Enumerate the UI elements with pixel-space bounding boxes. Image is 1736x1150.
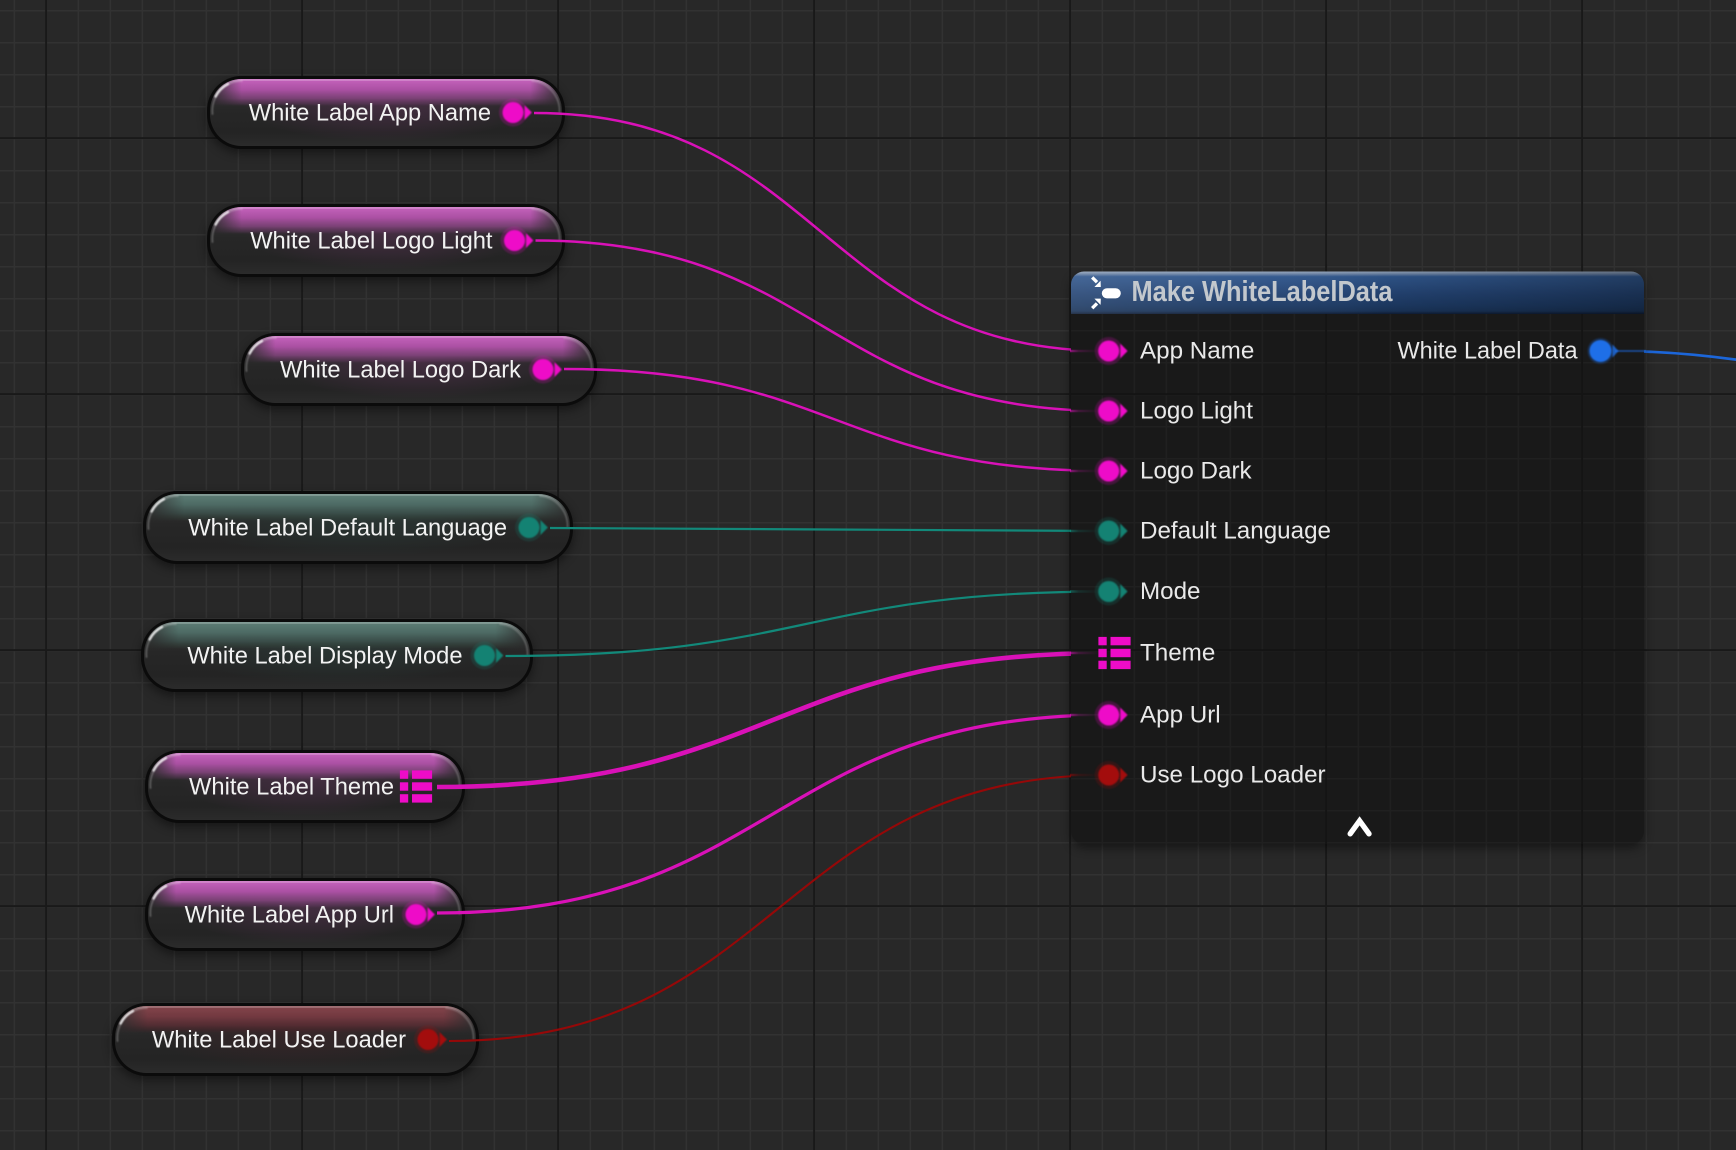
svg-text:Make WhiteLabelData: Make WhiteLabelData <box>1132 276 1394 308</box>
svg-text:Logo Light: Logo Light <box>1140 397 1253 424</box>
svg-text:White Label Default Language: White Label Default Language <box>188 516 507 542</box>
svg-text:White Label Theme: White Label Theme <box>189 775 394 801</box>
svg-text:White Label Logo Dark: White Label Logo Dark <box>280 358 521 384</box>
svg-text:Use Logo Loader: Use Logo Loader <box>1140 761 1326 788</box>
svg-text:App Url: App Url <box>1140 701 1221 728</box>
svg-text:White Label Display Mode: White Label Display Mode <box>187 644 462 670</box>
svg-text:Mode: Mode <box>1140 578 1201 605</box>
svg-text:Theme: Theme <box>1140 639 1215 666</box>
svg-text:White Label App Url: White Label App Url <box>185 903 394 929</box>
svg-text:White Label Use Loader: White Label Use Loader <box>152 1028 406 1054</box>
svg-text:App Name: App Name <box>1140 337 1254 364</box>
svg-text:White Label App Name: White Label App Name <box>249 101 491 127</box>
svg-text:White Label Logo Light: White Label Logo Light <box>250 229 493 255</box>
svg-text:Logo Dark: Logo Dark <box>1140 457 1253 484</box>
svg-text:White Label Data: White Label Data <box>1398 337 1579 364</box>
svg-text:Default Language: Default Language <box>1140 517 1331 544</box>
